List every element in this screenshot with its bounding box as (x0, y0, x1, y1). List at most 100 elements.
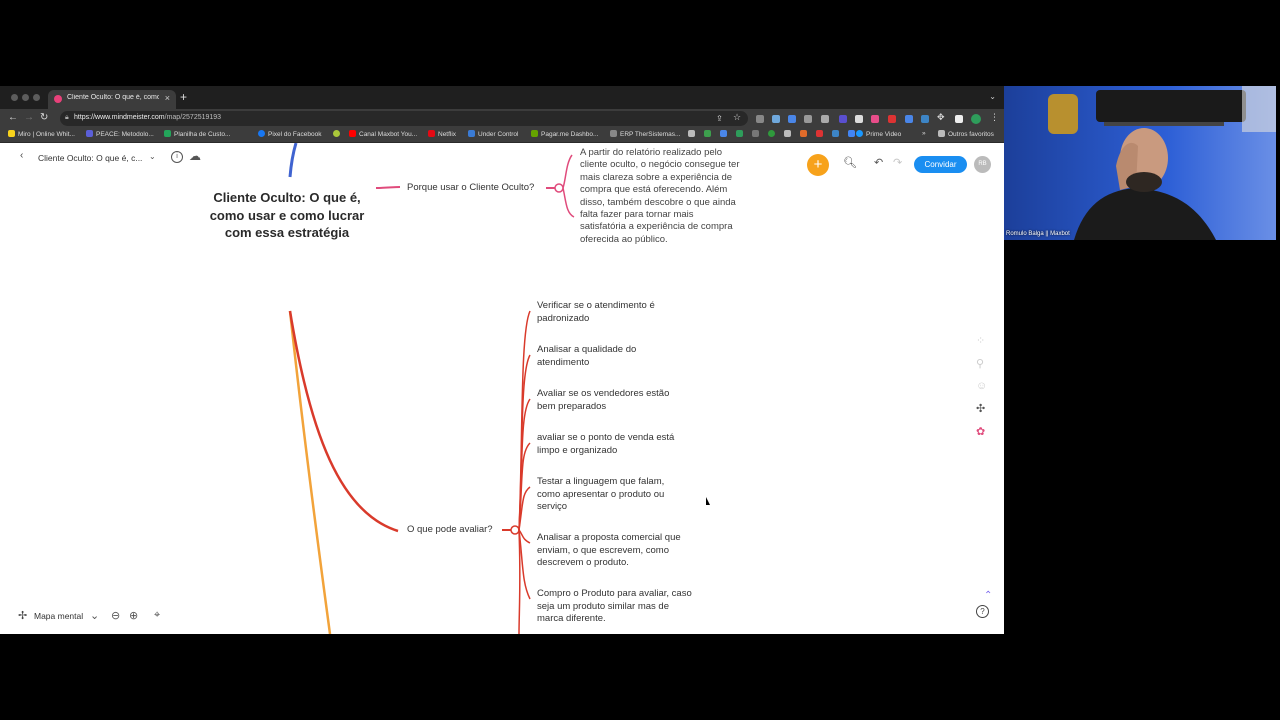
sidebar-icon[interactable] (955, 115, 963, 123)
connections-icon[interactable]: ✣ (976, 402, 985, 415)
bookmark-item[interactable] (784, 130, 794, 138)
map-type-bar: ✢ Mapa mental ⌄ ⊖ ⊕ ⌖ (10, 605, 170, 627)
bookmark-item[interactable] (333, 130, 343, 138)
collapse-toggle[interactable] (510, 525, 520, 535)
fit-to-screen-icon[interactable]: ⌖ (154, 609, 160, 622)
subtopic-item[interactable]: Analisar a proposta comercial que enviam… (537, 532, 692, 570)
topic-why-note[interactable]: A partir do relatório realizado pelo cli… (580, 147, 742, 246)
share-icon[interactable]: ⇪ (716, 114, 723, 123)
branch-connector (288, 143, 298, 178)
subtopic-item[interactable]: Verificar se o atendimento é padronizado (537, 300, 687, 325)
mindmap-canvas[interactable]: ‹ Cliente Oculto: O que é, c... ⌄ i ☁︎ C… (0, 143, 1004, 634)
extension-icon[interactable] (905, 115, 913, 123)
subtopic-item[interactable]: Avaliar se os vendedores estão bem prepa… (537, 388, 687, 413)
extension-icon[interactable] (888, 115, 896, 123)
bookmark-item[interactable]: Pixel do Facebook (258, 130, 321, 138)
root-topic[interactable]: Cliente Oculto: O que é, como usar e com… (204, 189, 370, 242)
invite-button[interactable]: Convidar (914, 156, 967, 173)
bookmark-item[interactable] (720, 130, 730, 138)
profile-avatar-icon[interactable] (971, 114, 981, 124)
url-text: https://www.mindmeister.com/map/25725191… (74, 114, 222, 121)
url-bar[interactable]: 🔒︎ https://www.mindmeister.com/map/25725… (60, 111, 748, 126)
bookmark-item[interactable] (736, 130, 746, 138)
netflix-icon (428, 130, 435, 137)
extension-icon[interactable] (804, 115, 812, 123)
back-arrow-icon[interactable]: ← (8, 112, 18, 123)
extension-icon[interactable] (772, 115, 780, 123)
topic-why-use[interactable]: Porque usar o Cliente Oculto? (407, 182, 534, 195)
more-bookmarks-icon[interactable]: » (922, 130, 926, 137)
add-topic-button[interactable]: + (807, 154, 829, 176)
layout-grid-icon[interactable]: ⁘ (976, 334, 985, 347)
emoji-icon[interactable]: ☺︎ (976, 380, 987, 392)
browser-window: Cliente Oculto: O que é, como × + ⌄ ← → … (0, 86, 1004, 634)
help-icon[interactable]: ? (976, 605, 989, 618)
bookmark-item[interactable]: Miro | Online Whit... (8, 130, 75, 138)
extension-icon[interactable] (756, 115, 764, 123)
folder-icon (938, 130, 945, 137)
forward-arrow-icon[interactable]: → (24, 112, 34, 123)
zoom-out-button[interactable]: ⊖ (111, 609, 120, 622)
bookmark-item[interactable] (816, 130, 826, 138)
bookmark-star-icon[interactable]: ☆ (733, 112, 741, 123)
extension-icon[interactable] (839, 115, 847, 123)
bookmark-item[interactable]: PEACE: Metodolo... (86, 130, 154, 138)
maximize-window-dot[interactable] (33, 94, 40, 101)
bookmark-item[interactable]: ERP TherSistemas... (610, 130, 680, 138)
subtopic-item[interactable]: avaliar se o ponto de venda está limpo e… (537, 432, 687, 457)
bookmark-favicon-icon (8, 130, 15, 137)
bookmark-item[interactable] (704, 130, 714, 138)
tab-title: Cliente Oculto: O que é, como (67, 94, 159, 101)
avatar[interactable]: RB (974, 156, 991, 173)
bookmark-item[interactable]: Netflix (428, 130, 456, 138)
folder-icon (688, 130, 695, 137)
tab-close-icon[interactable]: × (165, 93, 170, 103)
bookmark-item[interactable] (832, 130, 842, 138)
chevron-down-icon[interactable]: ⌄ (90, 609, 99, 622)
extension-icon[interactable] (821, 115, 829, 123)
other-bookmarks[interactable]: Outros favoritos (938, 130, 994, 138)
branch-connector (288, 310, 332, 634)
topic-what-to-evaluate[interactable]: O que pode avaliar? (407, 524, 493, 537)
reload-icon[interactable]: ↻ (40, 112, 48, 123)
bookmark-item[interactable] (800, 130, 810, 138)
close-window-dot[interactable] (11, 94, 18, 101)
bookmark-item[interactable]: Prime Video (856, 130, 901, 138)
zoom-in-button[interactable]: ⊕ (129, 609, 138, 622)
bookmark-item[interactable]: Pagar.me Dashbo... (531, 130, 598, 138)
minimize-window-dot[interactable] (22, 94, 29, 101)
style-icon[interactable]: ⚲ (976, 357, 984, 370)
kebab-menu-icon[interactable]: ⋮ (990, 112, 999, 123)
bookmark-favicon-icon (531, 130, 538, 137)
mindmeister-favicon-icon (54, 95, 62, 103)
subtopic-item[interactable]: Analisar a qualidade do atendimento (537, 344, 687, 369)
theme-colors-icon[interactable]: ✿ (976, 425, 985, 438)
collapse-toggle[interactable] (554, 183, 564, 193)
browser-tab[interactable]: Cliente Oculto: O que é, como × (48, 90, 176, 109)
redo-icon[interactable]: ↷ (893, 156, 902, 169)
bookmark-favicon-icon (816, 130, 823, 137)
extension-icon[interactable] (871, 115, 879, 123)
bookmark-favicon-icon (800, 130, 807, 137)
subtopic-item[interactable]: Compro o Produto para avaliar, caso seja… (537, 588, 692, 626)
bookmark-favicon-icon (720, 130, 727, 137)
folder-icon[interactable] (688, 130, 698, 138)
bookmark-item[interactable]: Planilha de Custo... (164, 130, 230, 138)
puzzle-icon[interactable]: ✥ (937, 112, 945, 123)
extension-icon[interactable] (788, 115, 796, 123)
search-icon[interactable]: 🔍︎ (843, 156, 857, 169)
bookmark-item[interactable] (752, 130, 762, 138)
branch-connector (518, 529, 521, 634)
new-tab-button[interactable]: + (180, 91, 187, 103)
map-type-selector[interactable]: Mapa mental (34, 611, 83, 621)
subtopic-item[interactable]: Testar a linguagem que falam, como apres… (537, 476, 687, 514)
undo-icon[interactable]: ↶ (874, 156, 883, 169)
extension-icon[interactable] (855, 115, 863, 123)
bookmark-favicon-icon (736, 130, 743, 137)
clickup-icon[interactable]: ⌃ (984, 590, 992, 601)
bookmark-item[interactable]: Canal Maxbot You... (349, 130, 417, 138)
bookmark-item[interactable] (768, 130, 778, 138)
bookmark-item[interactable]: Under Control (468, 130, 518, 138)
tab-search-chevron-icon[interactable]: ⌄ (989, 92, 996, 101)
extension-icon[interactable] (921, 115, 929, 123)
